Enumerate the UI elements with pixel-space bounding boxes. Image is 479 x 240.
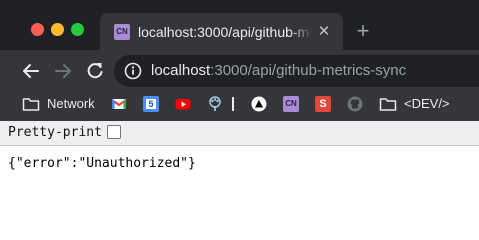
maximize-window-button[interactable]	[71, 23, 84, 36]
bookmark-dev[interactable]: <DEV/>	[404, 95, 450, 113]
minimize-window-button[interactable]	[51, 23, 64, 36]
site-info-icon[interactable]	[124, 62, 142, 80]
bookmark-separator	[232, 97, 234, 111]
tab-title: localhost:3000/api/github-metrics-sync	[138, 24, 310, 40]
page-content: Pretty-print {"error":"Unauthorized"}	[0, 121, 479, 221]
url-text: localhost:3000/api/github-metrics-sync	[151, 62, 406, 80]
network-folder-icon[interactable]	[22, 96, 40, 112]
browser-chrome: CN localhost:3000/api/github-metrics-syn…	[0, 0, 479, 121]
pretty-print-label: Pretty-print	[8, 125, 102, 140]
calendar-icon[interactable]: 5	[143, 96, 159, 112]
vercel-icon[interactable]	[251, 96, 267, 112]
tree-icon[interactable]	[207, 96, 223, 112]
close-window-button[interactable]	[31, 23, 44, 36]
url-path: :3000/api/github-metrics-sync	[210, 62, 407, 79]
new-tab-icon[interactable]: +	[352, 20, 374, 42]
address-bar[interactable]: localhost:3000/api/github-metrics-sync	[114, 55, 479, 87]
youtube-icon[interactable]	[175, 96, 191, 112]
json-response-text: {"error":"Unauthorized"}	[8, 156, 196, 171]
forward-arrow-icon[interactable]	[52, 60, 74, 82]
bookmark-network[interactable]: Network	[47, 95, 95, 113]
calendar-date-text: 5	[146, 99, 156, 109]
github-icon[interactable]	[347, 96, 363, 112]
gmail-icon[interactable]	[111, 96, 127, 112]
s-bookmark-icon[interactable]: S	[315, 96, 331, 112]
pretty-print-bar: Pretty-print	[0, 121, 479, 146]
back-arrow-icon[interactable]	[20, 60, 42, 82]
bookmark-dev-label: <DEV/>	[404, 96, 450, 111]
reload-icon[interactable]	[84, 60, 106, 82]
tab-favicon: CN	[114, 24, 130, 40]
tab-strip: CN localhost:3000/api/github-metrics-syn…	[0, 0, 479, 50]
tab-close-icon[interactable]: ✕	[316, 24, 332, 40]
url-host: localhost	[151, 62, 211, 79]
dev-folder-icon[interactable]	[379, 96, 397, 112]
bookmark-network-label: Network	[47, 96, 95, 111]
active-tab[interactable]: CN localhost:3000/api/github-metrics-syn…	[100, 13, 343, 50]
pretty-print-checkbox[interactable]	[107, 125, 121, 139]
tab-title-fade	[290, 21, 312, 43]
cn-bookmark-icon[interactable]: CN	[283, 96, 299, 112]
